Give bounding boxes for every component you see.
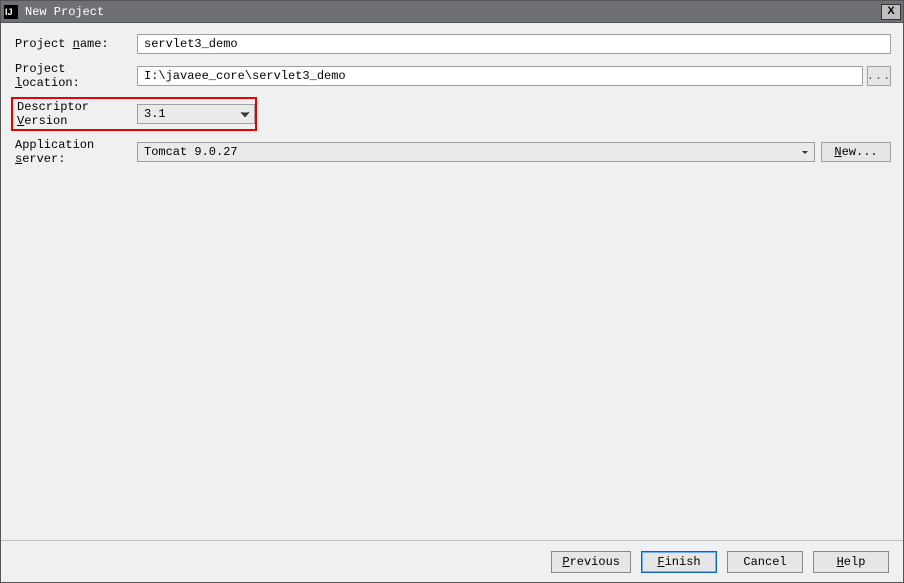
descriptor-version-highlight: Descriptor Version 3.1 [11,97,257,131]
project-name-label: Project name: [13,37,137,51]
new-project-dialog: IJ New Project X Project name: Project l… [0,0,904,583]
close-button[interactable]: X [881,4,901,20]
descriptor-version-row: Descriptor Version 3.1 [13,97,891,131]
chevron-down-icon [240,109,250,119]
descriptor-version-select[interactable]: 3.1 [137,104,255,124]
dialog-footer: Previous Finish Cancel Help [1,540,903,582]
new-server-button[interactable]: New... [821,142,891,162]
chevron-down-icon [800,147,810,157]
svg-text:IJ: IJ [5,7,13,17]
application-server-label: Application server: [13,138,137,166]
dialog-content: Project name: Project location: ... Desc… [1,23,903,540]
project-location-input[interactable] [137,66,863,86]
window-title: New Project [25,5,104,19]
application-server-select[interactable]: Tomcat 9.0.27 [137,142,815,162]
app-logo-icon: IJ [3,4,19,20]
close-icon: X [887,6,894,17]
application-server-row: Application server: Tomcat 9.0.27 New... [13,141,891,163]
application-server-value: Tomcat 9.0.27 [144,145,238,159]
finish-button[interactable]: Finish [641,551,717,573]
help-button[interactable]: Help [813,551,889,573]
previous-button[interactable]: Previous [551,551,631,573]
cancel-button[interactable]: Cancel [727,551,803,573]
browse-location-button[interactable]: ... [867,66,891,86]
title-bar: IJ New Project X [1,1,903,23]
descriptor-version-label: Descriptor Version [15,100,137,128]
ellipsis-icon: ... [867,69,892,83]
project-location-label: Project location: [13,62,137,90]
project-name-row: Project name: [13,33,891,55]
project-location-row: Project location: ... [13,65,891,87]
project-name-input[interactable] [137,34,891,54]
descriptor-version-value: 3.1 [144,107,166,121]
